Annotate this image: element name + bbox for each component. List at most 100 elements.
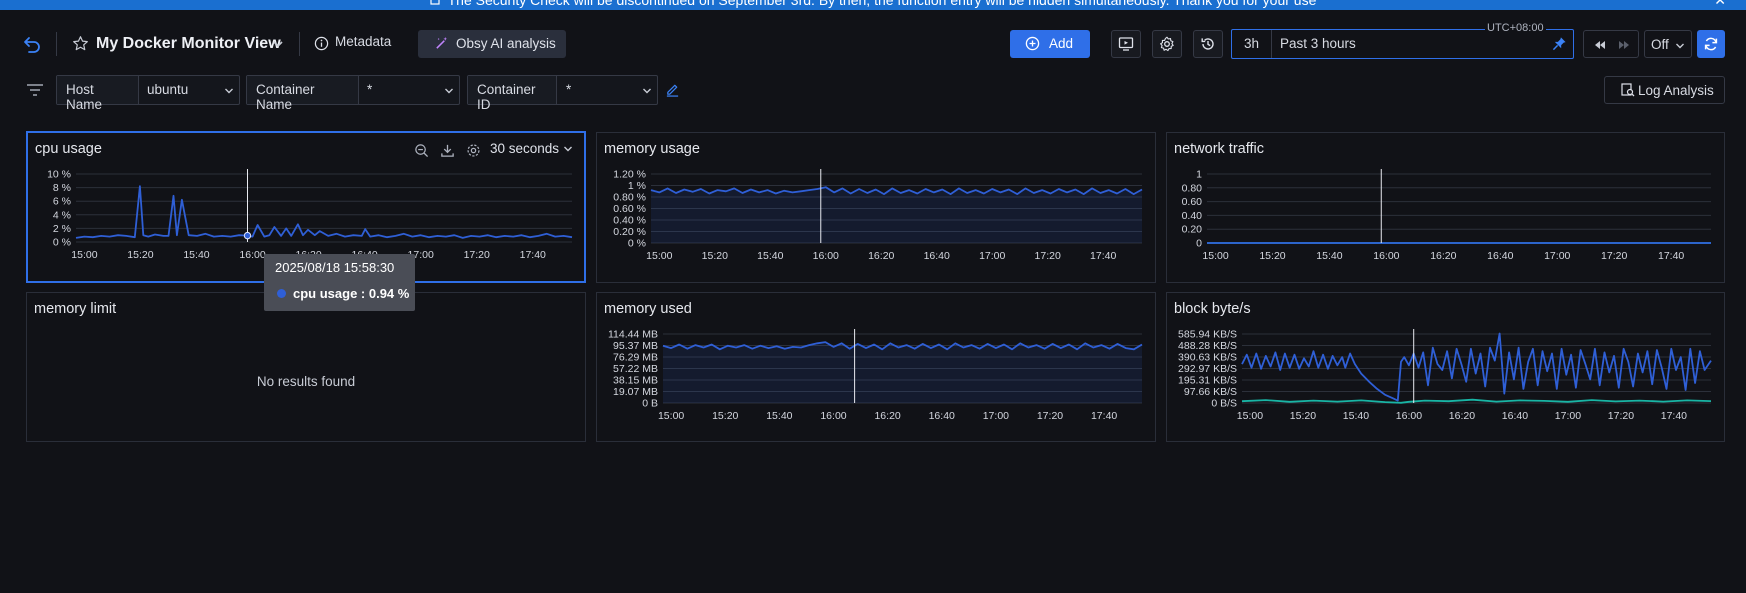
y-tick-label: 95.37 MB: [613, 340, 658, 352]
history-icon: [1201, 38, 1214, 50]
block-bytes-chart[interactable]: 0 B/S97.66 KB/S195.31 KB/S292.97 KB/S390…: [1167, 293, 1726, 443]
star-icon[interactable]: [72, 35, 89, 52]
x-tick-label: 17:20: [1037, 410, 1063, 422]
filter-container-name-value[interactable]: *: [367, 82, 372, 97]
x-tick-label: 16:20: [1430, 250, 1456, 262]
log-search-icon: [1621, 83, 1635, 97]
x-tick-label: 15:00: [71, 249, 97, 261]
chevron-down-icon[interactable]: [272, 38, 284, 50]
empty-state: No results found: [256, 374, 356, 389]
x-tick-label: 15:40: [766, 410, 792, 422]
x-tick-label: 17:20: [1035, 250, 1061, 262]
memory-usage-chart[interactable]: 0 %0.20 %0.40 %0.60 %0.80 %1 %1.20 % 15:0…: [597, 133, 1157, 284]
panel-memory-usage[interactable]: memory usage 0 % 0.20 % 0.40 % 0.60 % 0.80 %…: [596, 132, 1156, 283]
y-tick-label: 0.80: [1182, 182, 1203, 194]
x-tick-label: 16:00: [239, 249, 265, 261]
x-tick-label: 15:20: [1290, 410, 1316, 422]
panel-memory-used[interactable]: memory used 0 B 19.07 MB 38.15 MB 57.22 MB 7…: [596, 292, 1156, 442]
y-tick-label: 19.07 MB: [613, 386, 658, 398]
rewind-icon[interactable]: [1593, 38, 1607, 52]
y-tick-label: 1: [1196, 169, 1202, 181]
y-tick-label: 8 %: [53, 182, 71, 194]
y-tick-label: 390.63 KB/S: [1178, 352, 1237, 364]
info-icon: [314, 36, 329, 51]
close-icon[interactable]: ✕: [1714, 0, 1726, 9]
x-tick-label: 16:00: [1373, 250, 1399, 262]
x-tick-label: 17:00: [1544, 250, 1570, 262]
dashboard-title[interactable]: My Docker Monitor View: [96, 35, 281, 53]
x-tick-label: 16:40: [924, 250, 950, 262]
y-tick-label: 2 %: [53, 223, 71, 235]
filter-host-name-label: Host Name: [57, 76, 139, 112]
edit-icon[interactable]: [665, 82, 680, 97]
banner-message: The Security Check will be discontinued …: [447, 0, 1317, 8]
filter-container-id-value[interactable]: *: [566, 82, 571, 97]
y-tick-label: 585.94 KB/S: [1178, 329, 1237, 341]
announcement-banner: The Security Check will be discontinued …: [0, 0, 1746, 10]
y-tick-label: 292.97 KB/S: [1178, 363, 1237, 375]
log-analysis-label: Log Analysis: [1638, 83, 1714, 98]
y-tick-label: 1 %: [628, 180, 646, 192]
x-tick-label: 15:20: [702, 250, 728, 262]
y-tick-label: 195.31 KB/S: [1178, 375, 1237, 387]
memory-used-chart[interactable]: 0 B19.07 MB38.15 MB57.22 MB76.29 MB95.37…: [597, 293, 1157, 443]
y-tick-label: 0 B: [642, 398, 658, 410]
history-button[interactable]: [1193, 30, 1223, 58]
x-tick-label: 16:20: [868, 250, 894, 262]
monitor-icon: [1118, 37, 1134, 51]
x-tick-label: 17:20: [464, 249, 490, 261]
y-tick-label: 0.20: [1182, 224, 1203, 236]
tooltip-time: 2025/08/18 15:58:30: [275, 260, 395, 275]
ai-analysis-button[interactable]: Obsy AI analysis: [418, 30, 566, 58]
auto-refresh-select[interactable]: Off: [1644, 30, 1692, 58]
back-icon[interactable]: [22, 34, 42, 54]
y-tick-label: 1.20 %: [613, 169, 646, 181]
banner-text: The Security Check will be discontinued …: [0, 0, 1746, 8]
x-tick-label: 17:40: [1091, 410, 1117, 422]
x-tick-label: 17:20: [1601, 250, 1627, 262]
y-tick-label: 114.44 MB: [608, 329, 658, 341]
panel-network-traffic[interactable]: network traffic 0 0.20 0.40 0.60 0.80 1 15:00 1…: [1166, 132, 1725, 283]
chart-tooltip: 2025/08/18 15:58:30 cpu usage : 0.94 %: [264, 254, 415, 311]
time-range-short[interactable]: 3h: [1232, 30, 1272, 58]
x-tick-label: 16:00: [813, 250, 839, 262]
plus-circle-icon: [1025, 36, 1040, 51]
network-traffic-chart[interactable]: 0 0.20 0.40 0.60 0.801 15:00 15:20 15:40 16:00 16…: [1167, 133, 1726, 284]
x-tick-label: 16:40: [929, 410, 955, 422]
refresh-button[interactable]: [1697, 30, 1725, 58]
panel-block-bytes[interactable]: block byte/s 0 B/S 97.66 KB/S 195.31 KB/S 2…: [1166, 292, 1725, 442]
y-tick-label: 0.80 %: [613, 192, 646, 204]
settings-button[interactable]: [1152, 30, 1182, 58]
y-tick-label: 97.66 KB/S: [1184, 386, 1237, 398]
filter-icon[interactable]: [26, 83, 44, 97]
metadata-button[interactable]: Metadata: [335, 34, 391, 49]
x-tick-label: 15:00: [1237, 410, 1263, 422]
panel-memory-limit[interactable]: memory limit No results found: [26, 292, 586, 442]
y-tick-label: 57.22 MB: [613, 363, 658, 375]
x-tick-label: 17:00: [1555, 410, 1581, 422]
series-line: [1241, 332, 1712, 402]
add-button[interactable]: Add: [1010, 30, 1090, 58]
chevron-down-icon: [1676, 43, 1684, 49]
x-tick-label: 16:20: [874, 410, 900, 422]
series-line: [75, 185, 573, 239]
filter-host-name-value[interactable]: ubuntu: [147, 82, 188, 97]
x-tick-label: 17:40: [1658, 250, 1684, 262]
y-tick-label: 0.60: [1182, 196, 1203, 208]
series-area: [663, 342, 1142, 403]
y-tick-label: 0 %: [53, 237, 71, 249]
chevron-down-icon[interactable]: [444, 86, 454, 96]
x-tick-label: 17:20: [1608, 410, 1634, 422]
x-tick-label: 17:00: [979, 250, 1005, 262]
pin-icon[interactable]: [1552, 36, 1567, 51]
x-tick-label: 15:20: [127, 249, 153, 261]
tv-mode-button[interactable]: [1111, 30, 1141, 58]
log-analysis-button[interactable]: Log Analysis: [1604, 76, 1725, 104]
chevron-down-icon[interactable]: [224, 86, 234, 96]
fast-forward-icon[interactable]: [1617, 38, 1631, 52]
y-tick-label: 0.60 %: [613, 203, 646, 215]
y-tick-label: 0.40: [1182, 210, 1203, 222]
chevron-down-icon[interactable]: [642, 86, 652, 96]
tooltip-value: cpu usage : 0.94 %: [293, 286, 410, 301]
filter-container-name: Container Name *: [246, 75, 460, 112]
